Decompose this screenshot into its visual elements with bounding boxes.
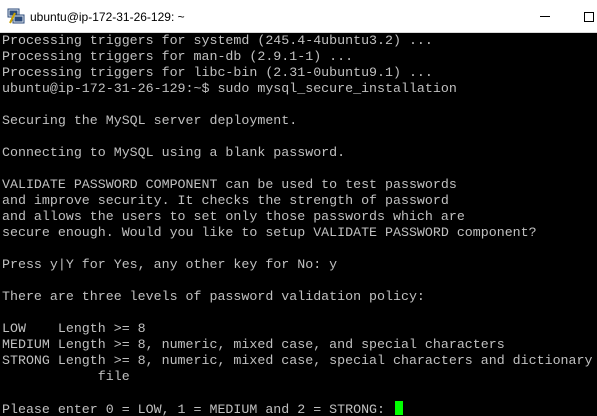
terminal-line: MEDIUM Length >= 8, numeric, mixed case,… xyxy=(2,337,597,353)
terminal-line-text: Processing triggers for libc-bin (2.31-0… xyxy=(2,65,433,80)
terminal-line: LOW Length >= 8 xyxy=(2,321,597,337)
maximize-icon xyxy=(584,11,594,22)
terminal-line-text: ubuntu@ip-172-31-26-129:~$ sudo mysql_se… xyxy=(2,81,457,96)
terminal-line: file xyxy=(2,369,597,385)
title-bar[interactable]: ubuntu@ip-172-31-26-129: ~ xyxy=(0,0,597,33)
terminal-line: There are three levels of password valid… xyxy=(2,289,597,305)
terminal-line: Processing triggers for man-db (2.9.1-1)… xyxy=(2,49,597,65)
terminal-line: Securing the MySQL server deployment. xyxy=(2,113,597,129)
maximize-button[interactable] xyxy=(566,0,597,33)
terminal-line-text: and allows the users to set only those p… xyxy=(2,209,465,224)
terminal-line-text: Securing the MySQL server deployment. xyxy=(2,113,298,128)
terminal-line: ubuntu@ip-172-31-26-129:~$ sudo mysql_se… xyxy=(2,81,597,97)
terminal-line: and allows the users to set only those p… xyxy=(2,209,597,225)
terminal-line-text: STRONG Length >= 8, numeric, mixed case,… xyxy=(2,353,593,368)
terminal-line: Please enter 0 = LOW, 1 = MEDIUM and 2 =… xyxy=(2,401,597,416)
terminal-line-text: secure enough. Would you like to setup V… xyxy=(2,225,537,240)
terminal-line-text: LOW Length >= 8 xyxy=(2,321,146,336)
terminal-line-text: Processing triggers for systemd (245.4-4… xyxy=(2,33,433,48)
terminal-line-text: VALIDATE PASSWORD COMPONENT can be used … xyxy=(2,177,457,192)
terminal-line: VALIDATE PASSWORD COMPONENT can be used … xyxy=(2,177,597,193)
terminal-output[interactable]: Processing triggers for systemd (245.4-4… xyxy=(2,33,597,416)
terminal-line: Press y|Y for Yes, any other key for No:… xyxy=(2,257,597,273)
terminal-line: STRONG Length >= 8, numeric, mixed case,… xyxy=(2,353,597,369)
terminal-line-text: There are three levels of password valid… xyxy=(2,289,425,304)
terminal-line-text: Connecting to MySQL using a blank passwo… xyxy=(2,145,346,160)
putty-icon xyxy=(7,7,25,25)
minimize-button[interactable] xyxy=(522,0,568,33)
terminal-window: ubuntu@ip-172-31-26-129: ~ Processing tr… xyxy=(0,0,597,416)
terminal-line: Processing triggers for systemd (245.4-4… xyxy=(2,33,597,49)
terminal-line-text: file xyxy=(2,369,130,384)
terminal-line-text: Processing triggers for man-db (2.9.1-1)… xyxy=(2,49,354,64)
minimize-icon xyxy=(540,16,550,17)
terminal-line-text: and improve security. It checks the stre… xyxy=(2,193,449,208)
terminal-line: secure enough. Would you like to setup V… xyxy=(2,225,597,241)
window-title: ubuntu@ip-172-31-26-129: ~ xyxy=(30,10,185,24)
terminal-line-text: Please enter 0 = LOW, 1 = MEDIUM and 2 =… xyxy=(2,402,393,416)
terminal-line: and improve security. It checks the stre… xyxy=(2,193,597,209)
terminal-line-text: Press y|Y for Yes, any other key for No:… xyxy=(2,257,338,272)
terminal-line-text: MEDIUM Length >= 8, numeric, mixed case,… xyxy=(2,337,505,352)
terminal-cursor xyxy=(395,401,403,415)
terminal-line: Connecting to MySQL using a blank passwo… xyxy=(2,145,597,161)
terminal-line: Processing triggers for libc-bin (2.31-0… xyxy=(2,65,597,81)
